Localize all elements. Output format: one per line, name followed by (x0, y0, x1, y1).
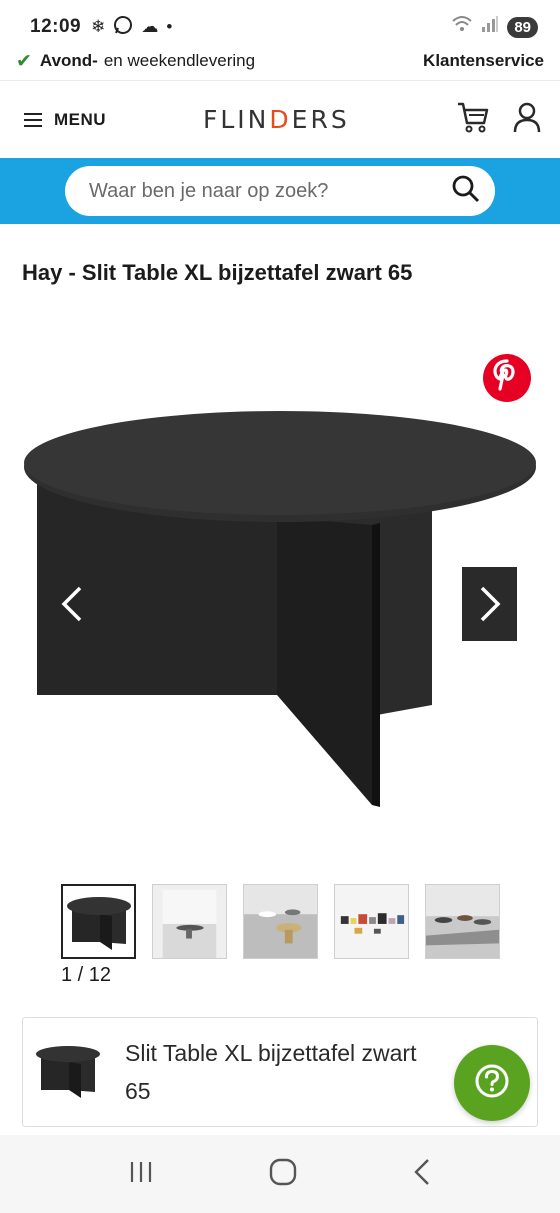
logo-part-2: ERS (291, 105, 350, 134)
flinders-logo[interactable]: FLINDERS (203, 105, 350, 134)
thumbnail-4[interactable] (334, 884, 409, 959)
menu-button[interactable]: MENU (24, 110, 106, 130)
dot-icon: • (166, 17, 173, 36)
search-bar (0, 158, 560, 224)
thumbnail-3[interactable] (243, 884, 318, 959)
delivery-text: en weekendlevering (103, 51, 256, 70)
gallery-counter: 1 / 12 (61, 964, 112, 986)
thumbnail-5[interactable] (425, 884, 500, 959)
recent-apps-icon[interactable] (128, 1160, 154, 1189)
delivery-bar: ✔ Avond- en weekendlevering Klantenservi… (0, 42, 560, 80)
system-nav-bar (0, 1135, 560, 1213)
search-icon[interactable] (451, 174, 481, 209)
gallery-prev-button[interactable] (50, 578, 94, 630)
battery-indicator: 89 (507, 16, 538, 38)
site-header: MENU FLINDERS (0, 80, 560, 158)
customer-service-link[interactable]: Klantenservice (423, 51, 544, 71)
logo-part-1: FLIN (203, 105, 270, 134)
sticky-product-name: Slit Table XL bijzettafel zwart 65 (125, 1040, 417, 1104)
hamburger-icon (24, 112, 42, 127)
thumbnail-strip (61, 884, 500, 959)
cart-icon[interactable] (456, 101, 490, 138)
product-image[interactable] (22, 405, 538, 815)
thumbnail-1[interactable] (61, 884, 136, 959)
delivery-bold: Avond- (39, 51, 98, 70)
user-icon[interactable] (512, 101, 542, 138)
search-input[interactable] (89, 179, 451, 203)
cloud-icon: ☁ (141, 17, 159, 36)
menu-label: MENU (54, 109, 107, 129)
product-title: Hay - Slit Table XL bijzettafel zwart 65 (22, 260, 413, 285)
gallery-next-button[interactable] (462, 567, 517, 641)
thumbnail-2[interactable] (152, 884, 227, 959)
back-icon[interactable] (412, 1158, 432, 1191)
help-button[interactable] (454, 1045, 530, 1121)
pinterest-icon (492, 358, 522, 399)
snowflake-icon: ❄ (91, 17, 106, 36)
search-box (65, 166, 495, 216)
sticky-product-thumbnail (35, 1042, 101, 1103)
whatsapp-icon (113, 15, 133, 40)
help-icon (474, 1063, 510, 1104)
home-icon[interactable] (269, 1158, 297, 1191)
check-icon: ✔ (16, 50, 32, 72)
wifi-icon (451, 15, 473, 39)
status-time: 12:09 (30, 16, 82, 37)
signal-icon (481, 15, 499, 39)
pinterest-button[interactable] (483, 354, 531, 402)
status-icons: ❄ ☁ • (91, 15, 172, 40)
logo-part-d: D (269, 105, 292, 134)
